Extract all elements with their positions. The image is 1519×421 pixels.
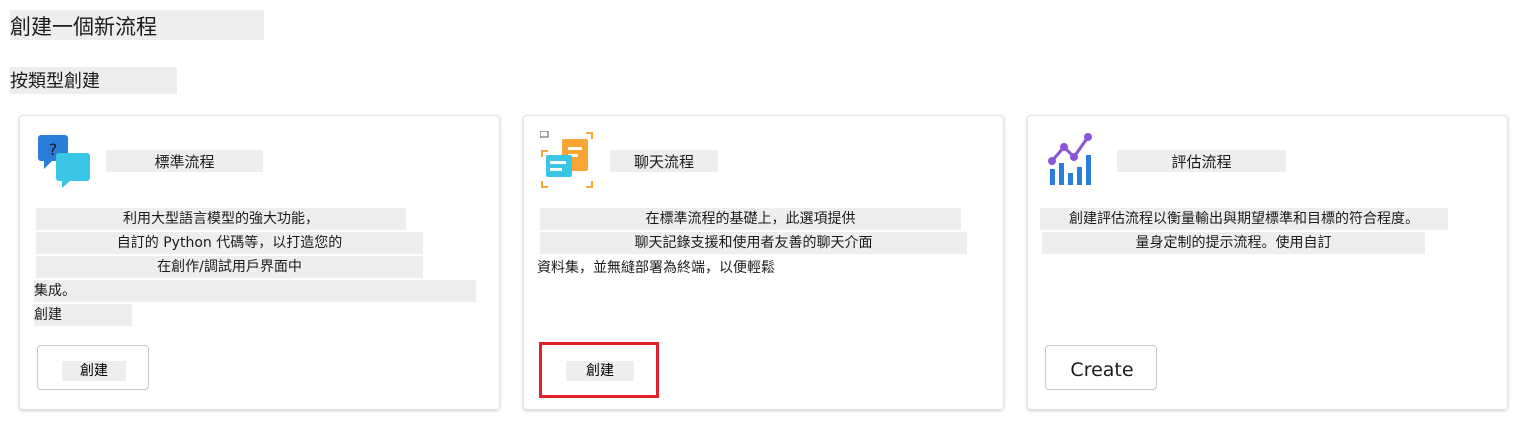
evaluation-flow-card: 評估流程 創建評估流程以衡量輸出與期望標準和目標的符合程度。 量身定制的提示流程… — [1027, 115, 1508, 410]
card-description-line: 創建評估流程以衡量輸出與期望標準和目標的符合程度。 — [1040, 208, 1448, 230]
card-title: 評估流程 — [1117, 150, 1286, 172]
card-description-line: 量身定制的提示流程。使用自訂 — [1042, 232, 1425, 254]
card-title: 標準流程 — [106, 150, 263, 172]
card-description-line: 在創作/調試用戶界面中 — [36, 256, 423, 278]
chat-bubbles-question-icon: ? — [36, 131, 94, 189]
card-description-line: 資料集，並無縫部署為終端，以便輕鬆 — [537, 260, 775, 276]
button-label: 創建 — [62, 361, 126, 381]
card-description-line: 集成。 — [34, 280, 476, 302]
chat-document-icon — [539, 130, 598, 189]
standard-flow-card: ? 標準流程 利用大型語言模型的強大功能， 自訂的 Python 代碼等，以打造… — [19, 115, 500, 410]
page-title: 創建一個新流程 — [10, 10, 264, 40]
section-title: 按類型創建 — [10, 67, 177, 94]
create-evaluation-flow-button[interactable]: Create — [1045, 345, 1157, 390]
create-standard-flow-button[interactable]: 創建 — [37, 345, 149, 390]
card-description-line: 利用大型語言模型的強大功能， — [36, 208, 406, 230]
card-description-line: 自訂的 Python 代碼等，以打造您的 — [36, 232, 423, 254]
chat-flow-card: 聊天流程 在標準流程的基礎上，此選項提供 聊天記錄支援和使用者友善的聊天介面 資… — [523, 115, 1004, 410]
bar-chart-line-icon — [1044, 131, 1102, 189]
card-description-line: 在標準流程的基礎上，此選項提供 — [540, 208, 961, 230]
card-title: 聊天流程 — [610, 150, 718, 172]
button-label: Create — [1070, 359, 1134, 381]
highlight-box — [539, 342, 659, 398]
card-description-line: 創建 — [34, 304, 132, 326]
svg-text:?: ? — [49, 140, 58, 159]
card-description-line: 聊天記錄支援和使用者友善的聊天介面 — [540, 232, 967, 254]
